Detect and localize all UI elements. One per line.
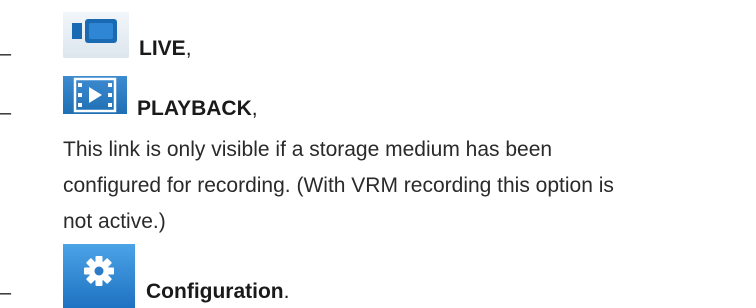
gear-icon[interactable] [63, 244, 135, 308]
live-label: LIVE, [139, 38, 192, 59]
video-camera-icon[interactable] [63, 12, 129, 58]
configuration-label: Configuration. [146, 281, 289, 302]
live-punctuation: , [185, 37, 192, 60]
configuration-punctuation: . [283, 280, 290, 303]
description-line: not active.) [63, 210, 166, 233]
playback-punctuation: , [251, 97, 258, 120]
description-line: configured for recording. (With VRM reco… [63, 174, 614, 197]
description-line: This link is only visible if a storage m… [63, 138, 553, 161]
playback-link-text[interactable]: PLAYBACK [137, 97, 252, 120]
live-link-text[interactable]: LIVE [139, 37, 186, 60]
configuration-link-text[interactable]: Configuration [146, 280, 284, 303]
playback-label: PLAYBACK, [137, 98, 258, 119]
playback-description: This link is only visible if a storage m… [63, 132, 753, 240]
list-bullet-live: – [0, 43, 12, 65]
video-playback-icon[interactable] [63, 76, 127, 114]
list-bullet-configuration: – [0, 282, 12, 304]
list-bullet-playback: – [0, 102, 12, 124]
